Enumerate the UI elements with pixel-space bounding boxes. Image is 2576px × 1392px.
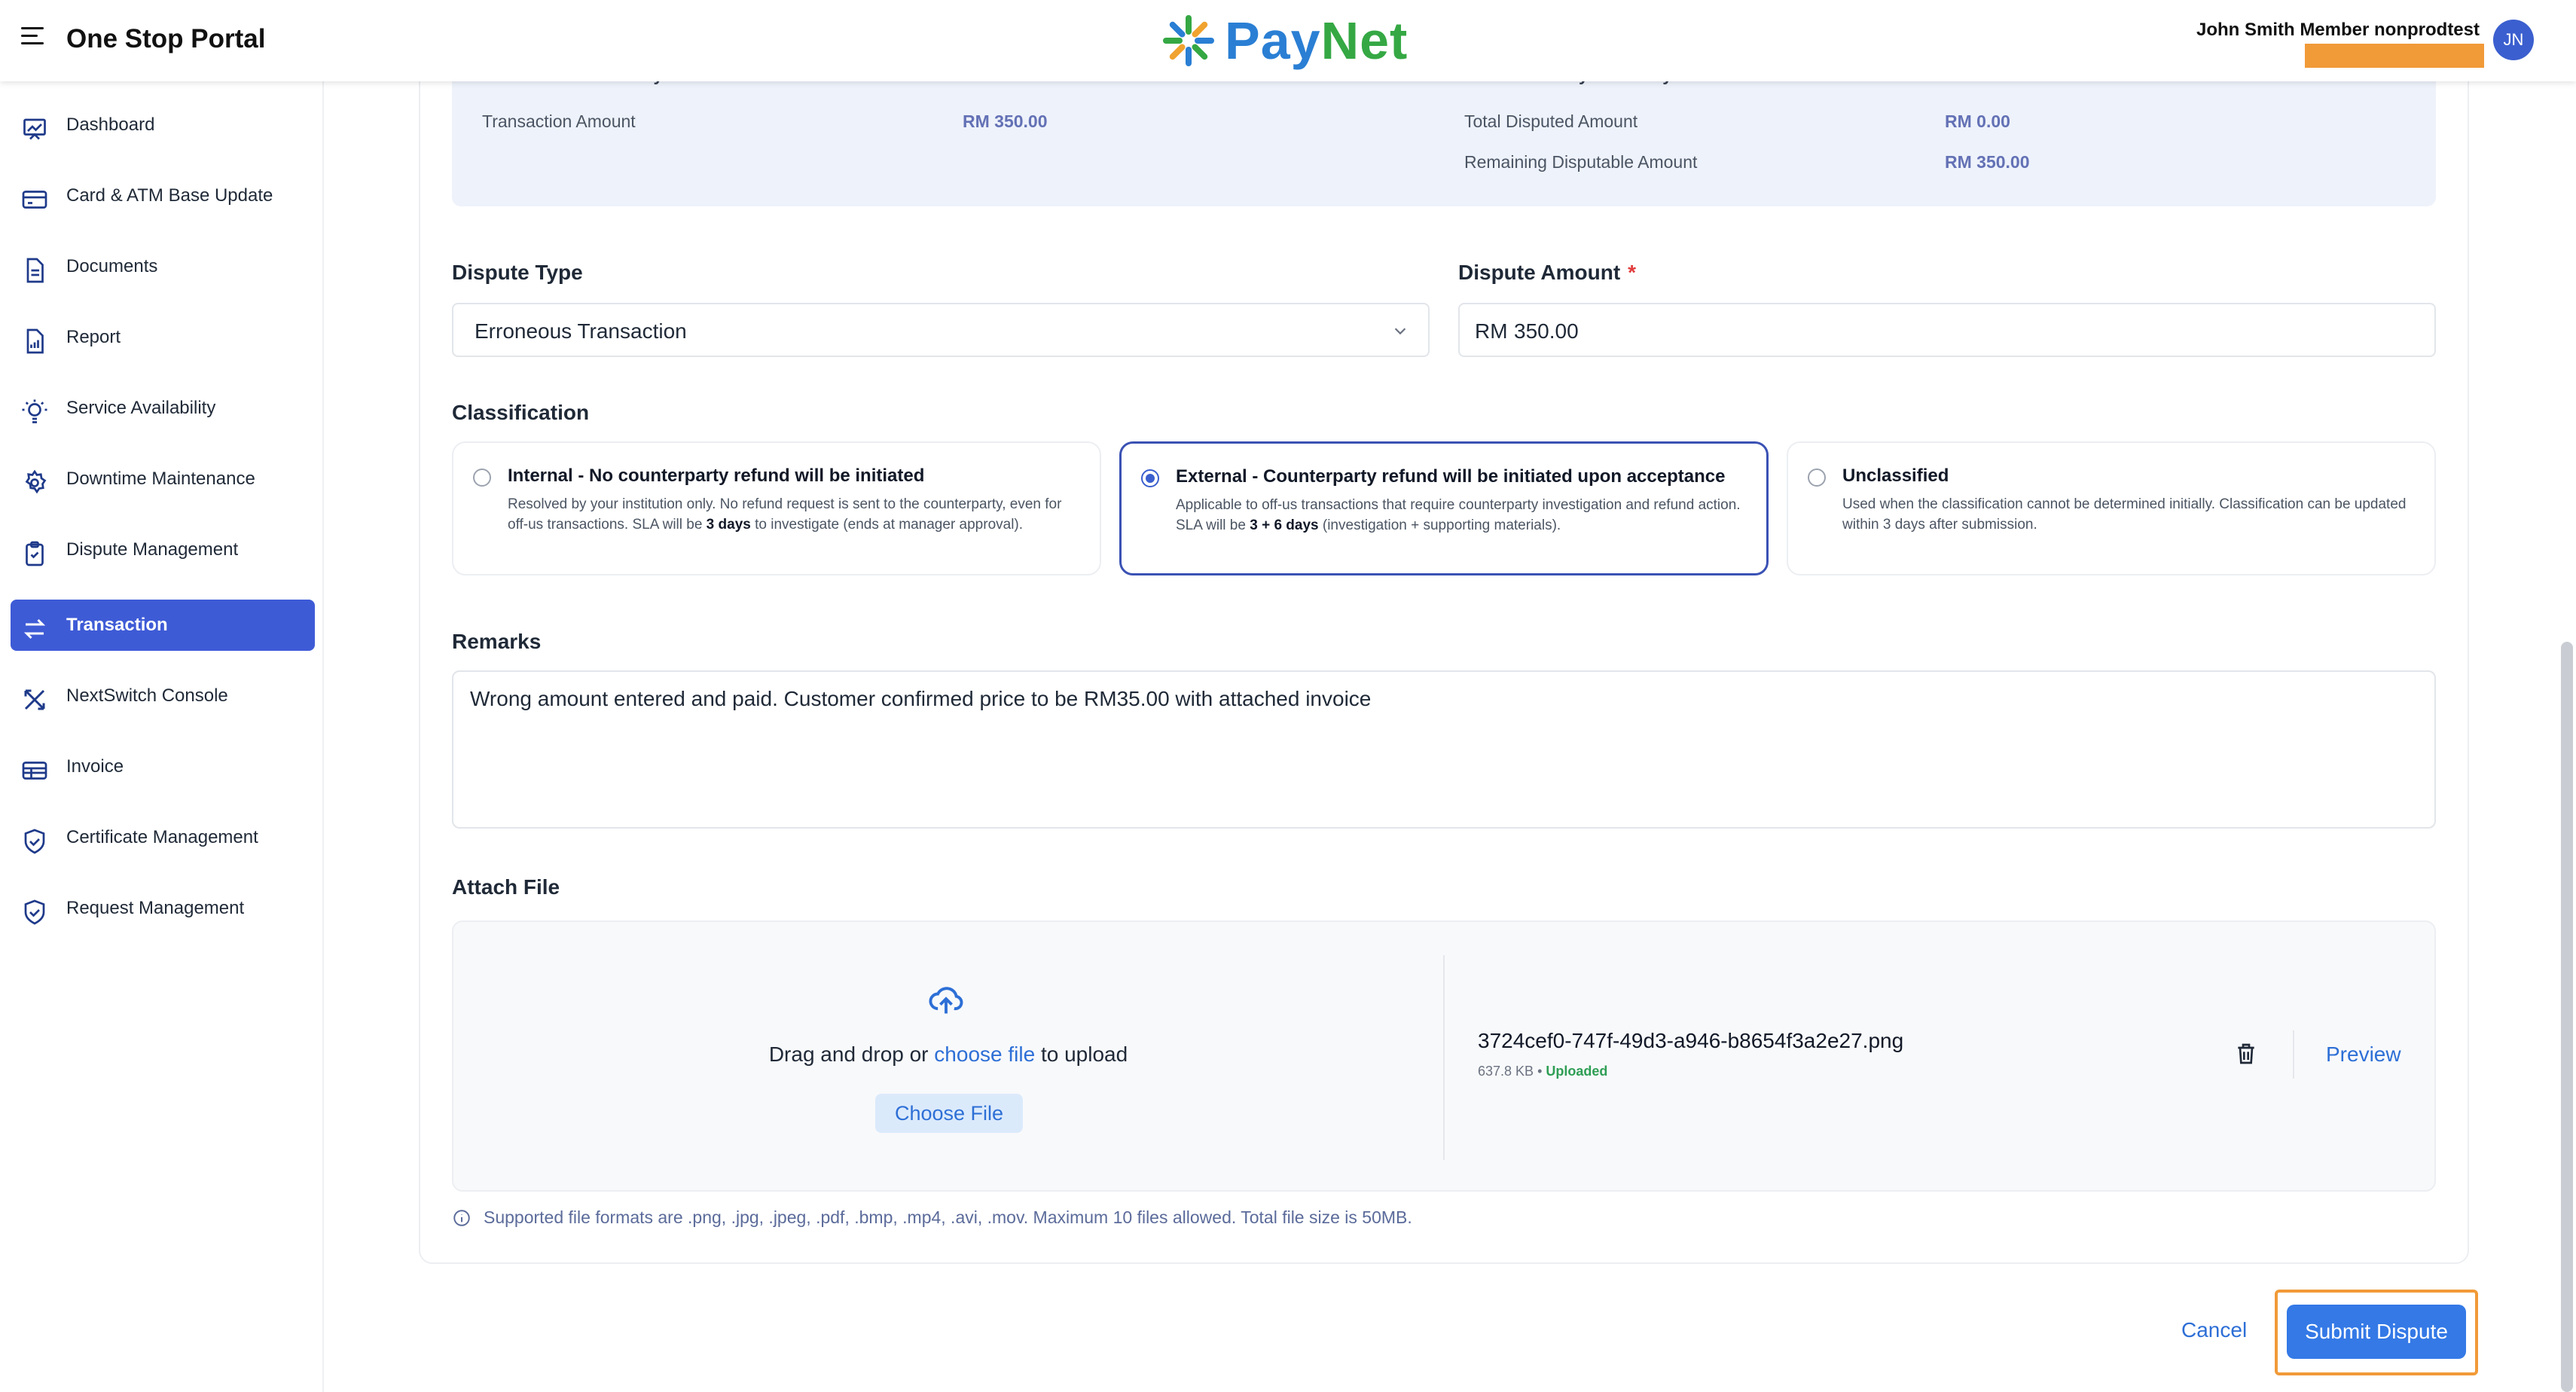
transaction-amount-label: Transaction Amount <box>482 111 636 131</box>
shield-icon <box>24 829 45 854</box>
choose-file-button[interactable]: Choose File <box>875 1094 1023 1133</box>
transaction-amount-value: RM 350.00 <box>963 111 1048 131</box>
radio-internal[interactable] <box>473 469 491 487</box>
logo-wordmark: PayNet <box>1225 11 1409 70</box>
upload-status: Uploaded <box>1546 1064 1608 1079</box>
card-icon <box>22 191 47 209</box>
external-description: Applicable to off-us transactions that r… <box>1176 497 1741 533</box>
menu-toggle-icon[interactable] <box>21 27 44 45</box>
summary-panel: Transaction Summary Refund History Summa… <box>452 60 2436 206</box>
document-icon <box>26 258 44 283</box>
sidebar: Dashboard Card & ATM Base Update Documen… <box>0 81 324 1392</box>
page-scrollbar[interactable] <box>2561 642 2573 1392</box>
sidebar-item-report[interactable]: Report <box>11 312 315 363</box>
classification-external-option[interactable]: External - Counterparty refund will be i… <box>1119 441 1769 575</box>
sidebar-item-invoice[interactable]: Invoice <box>11 741 315 792</box>
required-mark: * <box>1628 261 1637 284</box>
sidebar-item-nextswitch[interactable]: NextSwitch Console <box>11 670 315 722</box>
sidebar-item-request[interactable]: Request Management <box>11 883 315 934</box>
gear-icon <box>25 469 47 494</box>
sidebar-item-service-availability[interactable]: Service Availability <box>11 383 315 434</box>
lightbulb-icon <box>22 399 47 423</box>
currency-prefix: RM <box>1475 319 1508 343</box>
report-icon <box>26 328 44 354</box>
file-dropzone[interactable]: Drag and drop or choose file to upload C… <box>452 920 2436 1192</box>
uploaded-file-name: 3724cef0-747f-49d3-a946-b8654f3a2e27.png <box>1478 1029 1904 1052</box>
drag-drop-text: Drag and drop or choose file to upload <box>768 1042 1128 1066</box>
choose-file-link[interactable]: choose file <box>934 1042 1035 1066</box>
switch-icon <box>24 689 45 710</box>
swap-icon <box>23 618 46 640</box>
internal-description: Resolved by your institution only. No re… <box>508 496 1062 533</box>
dispute-type-select[interactable]: Erroneous Transaction <box>452 303 1430 357</box>
dispute-amount-label: Dispute Amount * <box>1458 261 1637 284</box>
info-icon <box>453 1209 470 1226</box>
classification-label: Classification <box>452 401 590 424</box>
radio-external[interactable] <box>1141 469 1159 487</box>
sidebar-item-documents[interactable]: Documents <box>11 241 315 292</box>
invoice-icon <box>22 762 47 780</box>
unclassified-description: Used when the classification cannot be d… <box>1842 496 2407 533</box>
top-header: One Stop Portal PayNet John Smith Member… <box>0 0 2576 81</box>
dispute-type-label: Dispute Type <box>452 261 583 284</box>
external-title: External - Counterparty refund will be i… <box>1176 466 1726 487</box>
remarks-label: Remarks <box>452 630 542 653</box>
dispute-amount-field[interactable]: RM <box>1458 303 2436 357</box>
trash-icon[interactable] <box>2234 1041 2258 1067</box>
file-meta: 637.8 KB • Uploaded <box>1478 1064 1608 1079</box>
user-highlight-bar <box>2305 44 2484 68</box>
portal-title: One Stop Portal <box>66 24 266 53</box>
paynet-logo: PayNet <box>1160 11 1408 71</box>
sidebar-item-dispute[interactable]: Dispute Management <box>11 524 315 575</box>
clipboard-icon <box>26 541 44 566</box>
radio-unclassified[interactable] <box>1808 469 1826 487</box>
sidebar-item-transaction[interactable]: Transaction <box>11 600 315 651</box>
remaining-label: Remaining Disputable Amount <box>1464 152 1698 172</box>
chevron-down-icon <box>1394 328 1406 335</box>
classification-unclassified-option[interactable]: Unclassified Used when the classificatio… <box>1787 441 2436 575</box>
paynet-star-icon <box>1163 15 1214 66</box>
preview-link[interactable]: Preview <box>2326 1042 2401 1067</box>
remaining-value: RM 350.00 <box>1945 152 2030 172</box>
file-action-divider <box>2293 1030 2294 1079</box>
total-disputed-label: Total Disputed Amount <box>1464 111 1638 131</box>
dispute-amount-input[interactable] <box>1514 315 2418 348</box>
sidebar-item-downtime[interactable]: Downtime Maintenance <box>11 453 315 505</box>
cloud-upload-icon <box>929 987 963 1014</box>
avatar[interactable]: JN <box>2493 20 2534 60</box>
dispute-type-value: Erroneous Transaction <box>475 319 687 343</box>
sidebar-item-certificate[interactable]: Certificate Management <box>11 812 315 863</box>
sidebar-item-dashboard[interactable]: Dashboard <box>11 99 315 151</box>
unclassified-title: Unclassified <box>1842 466 1949 486</box>
submit-dispute-button[interactable]: Submit Dispute <box>2287 1305 2466 1359</box>
shield-icon <box>24 899 45 925</box>
attach-divider <box>1443 955 1445 1160</box>
total-disputed-value: RM 0.00 <box>1945 111 2010 131</box>
remarks-textarea[interactable]: Wrong amount entered and paid. Customer … <box>452 670 2436 829</box>
internal-title: Internal - No counterparty refund will b… <box>508 466 925 486</box>
attach-file-label: Attach File <box>452 875 560 899</box>
sidebar-item-card-atm[interactable]: Card & ATM Base Update <box>11 170 315 221</box>
cancel-button[interactable]: Cancel <box>2181 1318 2247 1342</box>
user-name: John Smith Member nonprodtest <box>2196 20 2480 40</box>
supported-formats-note: Supported file formats are .png, .jpg, .… <box>452 1207 1412 1228</box>
classification-internal-option[interactable]: Internal - No counterparty refund will b… <box>452 441 1101 575</box>
chart-icon <box>23 118 46 140</box>
submit-highlight-frame: Submit Dispute <box>2275 1290 2478 1375</box>
